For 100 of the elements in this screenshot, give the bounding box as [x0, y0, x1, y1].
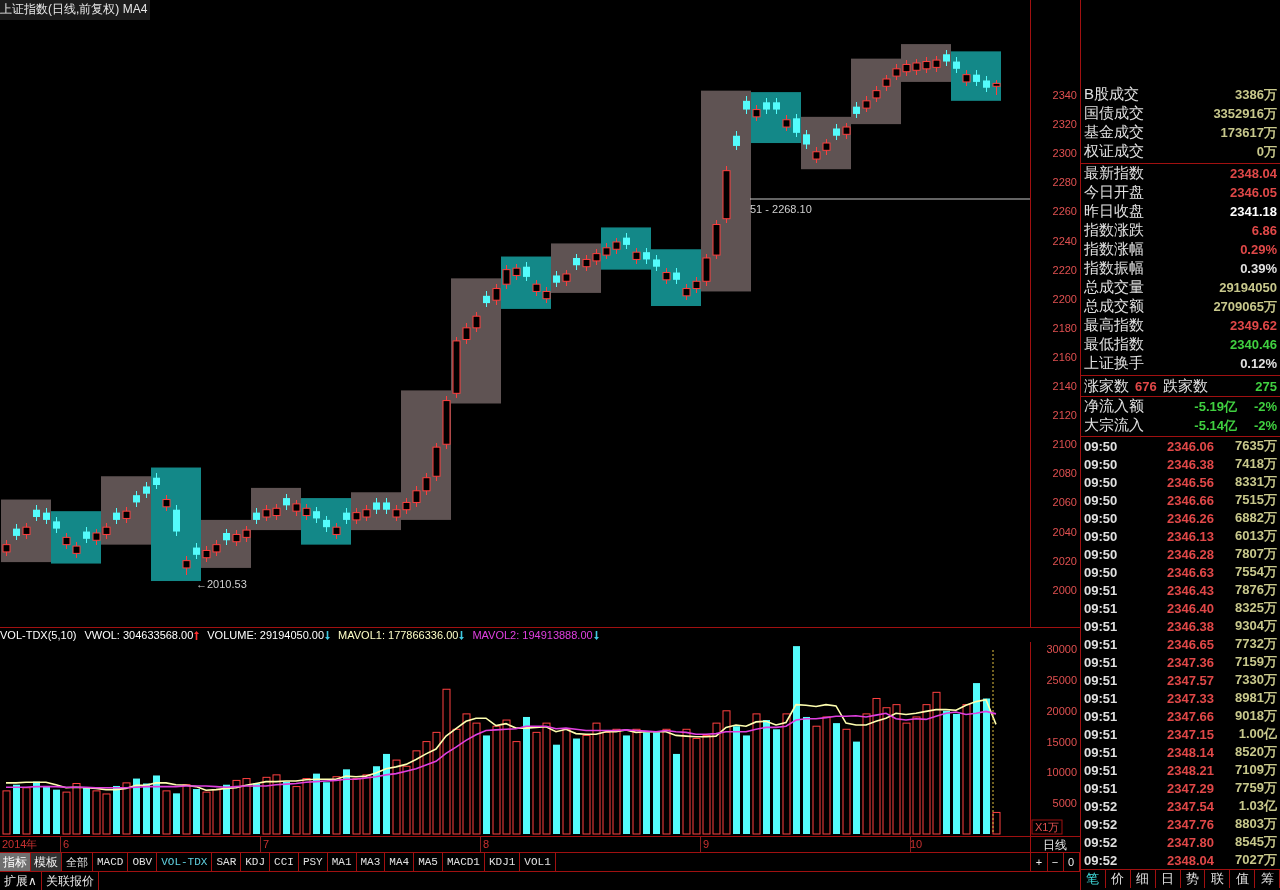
- tick-price: 2347.33: [1166, 690, 1214, 706]
- tick-amount: 7109万: [1234, 761, 1277, 779]
- quote-label: 最高指数: [1084, 316, 1144, 335]
- bar: [953, 713, 960, 834]
- tick-price: 2348.04: [1166, 852, 1214, 868]
- bar: [483, 735, 490, 834]
- axis-label: 2260: [1052, 205, 1077, 218]
- tick-price: 2347.57: [1166, 672, 1214, 688]
- tick-amount: 1.00亿: [1237, 725, 1277, 743]
- quote-label: 昨日收盘: [1084, 202, 1144, 221]
- flow-label: 大宗流入: [1084, 416, 1144, 435]
- bar: [162, 790, 171, 835]
- bar: [33, 781, 40, 834]
- date-label: 10: [909, 838, 923, 850]
- tick-amount: 7635万: [1234, 437, 1277, 455]
- tick-price: 2346.65: [1166, 636, 1214, 652]
- bottom-link[interactable]: 扩展∧: [0, 872, 42, 890]
- bar: [773, 729, 780, 834]
- bar: [973, 683, 980, 834]
- bar: [313, 773, 320, 834]
- axis-label: 2180: [1052, 321, 1077, 334]
- tick-time: 09:52: [1084, 834, 1119, 850]
- legend-text: MAVOL2: 194913888.00: [472, 629, 593, 641]
- tick-time: 09:52: [1084, 852, 1119, 868]
- tick-price: 2347.15: [1166, 726, 1214, 742]
- tick-price: 2348.21: [1166, 762, 1214, 778]
- tick-price: 2346.26: [1166, 510, 1214, 526]
- chart-title: 上证指数(日线,前复权) MA4: [0, 0, 151, 20]
- quote-value: 2709065万: [1213, 297, 1277, 316]
- tick-amount: 7330万: [1234, 671, 1277, 689]
- candlestick: [803, 129, 810, 150]
- tick-amount: 7759万: [1234, 779, 1277, 797]
- tick-amount: 8803万: [1234, 815, 1277, 833]
- bar: [943, 710, 950, 834]
- tick-price: 2346.13: [1166, 528, 1214, 544]
- quote-value: 3386万: [1235, 85, 1277, 104]
- decliners-label: 跌家数: [1162, 376, 1208, 396]
- tick-time: 09:51: [1084, 690, 1119, 706]
- bar: [43, 785, 50, 834]
- tick-price: 2346.63: [1166, 564, 1214, 580]
- tick-price: 2346.28: [1166, 546, 1214, 562]
- tick-amount: 6882万: [1234, 509, 1277, 527]
- quote-label: 基金成交: [1084, 123, 1144, 142]
- axis-label: 2080: [1052, 467, 1077, 480]
- tick-time: 09:50: [1084, 492, 1119, 508]
- bar: [122, 782, 131, 835]
- decliners-count: 275: [1255, 378, 1277, 394]
- bar: [782, 713, 791, 835]
- axis-label: 10000: [1046, 766, 1077, 779]
- advancers-label: 涨家数: [1084, 376, 1129, 396]
- tick-price: 2347.36: [1166, 654, 1214, 670]
- mode-tab[interactable]: 模板: [31, 853, 62, 871]
- candlestick: [182, 555, 191, 576]
- tick-amount: 1.03亿: [1237, 797, 1277, 815]
- quote-label: 总成交量: [1084, 278, 1144, 297]
- axis-label: 2240: [1052, 234, 1077, 247]
- bar: [842, 728, 851, 835]
- bar: [113, 785, 120, 834]
- legend-text: VOLUME: 29194050.00: [207, 629, 325, 641]
- bar: [743, 735, 750, 834]
- quote-label: 总成交额: [1084, 297, 1144, 316]
- quote-label: B股成交: [1084, 85, 1139, 104]
- tick-amount: 7515万: [1234, 491, 1277, 509]
- bottom-link[interactable]: 关联报价: [41, 872, 99, 890]
- candlestick: [492, 283, 501, 306]
- date-label: 7: [262, 838, 270, 850]
- axis-label: 2060: [1052, 496, 1077, 509]
- bar: [182, 784, 191, 835]
- axis-label: 2140: [1052, 380, 1077, 393]
- tick-amount: 7876万: [1234, 581, 1277, 599]
- bar: [332, 776, 341, 835]
- bar: [383, 753, 390, 834]
- flow-amount: -5.14亿: [1194, 416, 1237, 435]
- quote-label: 国债成交: [1084, 104, 1144, 123]
- bar: [632, 728, 641, 835]
- flow-percent: -2%: [1252, 418, 1277, 433]
- tick-price: 2346.66: [1166, 492, 1214, 508]
- axis-label: 2000: [1052, 583, 1077, 596]
- tick-time: 09:52: [1084, 816, 1119, 832]
- tick-amount: 7732万: [1234, 635, 1277, 653]
- axis-label: 20000: [1046, 704, 1077, 717]
- period-label: 日线: [1043, 838, 1067, 852]
- bar: [343, 769, 350, 834]
- mode-tab[interactable]: 指标: [0, 853, 31, 871]
- tick-price: 2346.40: [1166, 600, 1214, 616]
- range-label: 51 - 2268.10: [750, 203, 812, 215]
- quote-label: 今日开盘: [1084, 183, 1144, 202]
- candlestick: [793, 113, 800, 138]
- year-label: 2014年: [2, 838, 38, 850]
- tick-time: 09:50: [1084, 564, 1119, 580]
- quote-label: 最低指数: [1084, 335, 1144, 354]
- bar: [523, 716, 530, 834]
- bar: [143, 783, 150, 834]
- axis-label: 2340: [1052, 89, 1077, 101]
- bar: [752, 713, 761, 835]
- axis-label: 5000: [1052, 797, 1077, 810]
- tick-time: 09:50: [1084, 510, 1119, 526]
- axis-label: 2120: [1052, 409, 1077, 422]
- tick-price: 2346.38: [1166, 618, 1214, 634]
- bar: [562, 728, 571, 835]
